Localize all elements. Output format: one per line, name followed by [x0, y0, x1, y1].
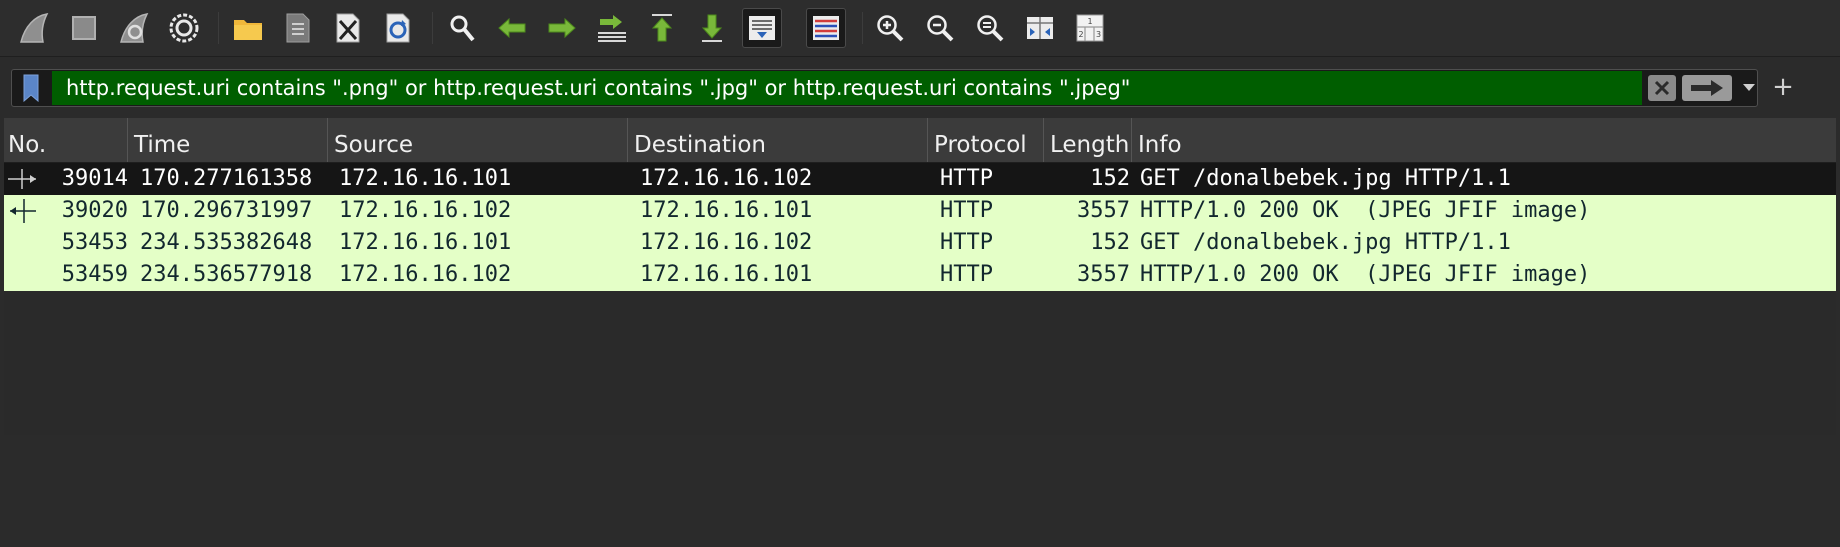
- colorize-icon[interactable]: [806, 8, 846, 48]
- column-header-source[interactable]: Source: [330, 118, 628, 162]
- close-file-icon[interactable]: [328, 8, 368, 48]
- display-filter-bar: http.request.uri contains ".png" or http…: [0, 58, 1840, 114]
- svg-text:1: 1: [1087, 17, 1092, 26]
- auto-scroll-icon[interactable]: [742, 8, 782, 48]
- packet-protocol: HTTP: [940, 230, 993, 255]
- display-filter-input[interactable]: http.request.uri contains ".png" or http…: [52, 71, 1642, 105]
- packet-protocol: HTTP: [940, 166, 993, 191]
- packet-destination: 172.16.16.102: [640, 230, 813, 255]
- shark-fin-start-icon[interactable]: [14, 8, 54, 48]
- packet-source: 172.16.16.102: [339, 262, 512, 287]
- svg-text:3: 3: [1096, 30, 1101, 39]
- packet-destination: 172.16.16.101: [640, 262, 813, 287]
- packet-time: 170.296731997: [140, 198, 313, 223]
- packet-protocol: HTTP: [940, 198, 993, 223]
- column-header-length[interactable]: Length: [1046, 118, 1132, 162]
- packet-protocol: HTTP: [940, 262, 993, 287]
- packet-destination: 172.16.16.102: [640, 166, 813, 191]
- main-toolbar: 12 3: [0, 0, 1840, 57]
- packet-source: 172.16.16.102: [339, 198, 512, 223]
- packet-source: 172.16.16.101: [339, 230, 512, 255]
- capture-options-gear-icon[interactable]: [164, 8, 204, 48]
- column-header-destination[interactable]: Destination: [630, 118, 928, 162]
- packet-info: HTTP/1.0 200 OK (JPEG JFIF image): [1140, 262, 1591, 287]
- packet-info: GET /donalbebek.jpg HTTP/1.1: [1140, 230, 1511, 255]
- column-header-protocol[interactable]: Protocol: [930, 118, 1044, 162]
- stop-square-icon[interactable]: [64, 8, 104, 48]
- go-forward-icon[interactable]: [542, 8, 582, 48]
- save-file-icon[interactable]: [278, 8, 318, 48]
- apply-filter-arrow-icon[interactable]: [1682, 75, 1732, 101]
- first-packet-icon[interactable]: [642, 8, 682, 48]
- go-to-packet-icon[interactable]: [592, 8, 632, 48]
- packet-time: 234.535382648: [140, 230, 313, 255]
- packet-no: 53453: [61, 230, 128, 255]
- packet-row[interactable]: 39014 170.277161358 172.16.16.101 172.16…: [4, 163, 1836, 195]
- packet-source: 172.16.16.101: [339, 166, 512, 191]
- packet-no: 53459: [61, 262, 128, 287]
- bookmark-icon[interactable]: [17, 74, 45, 102]
- zoom-in-icon[interactable]: [870, 8, 910, 48]
- packet-row[interactable]: 39020 170.296731997 172.16.16.102 172.16…: [4, 195, 1836, 227]
- normal-size-icon[interactable]: [970, 8, 1010, 48]
- packet-time: 170.277161358: [140, 166, 313, 191]
- column-header-info[interactable]: Info: [1134, 118, 1836, 162]
- packet-length: 152: [1090, 166, 1130, 191]
- packet-info: HTTP/1.0 200 OK (JPEG JFIF image): [1140, 198, 1591, 223]
- packet-row[interactable]: 53459 234.536577918 172.16.16.102 172.16…: [4, 259, 1836, 291]
- clear-filter-icon[interactable]: [1648, 75, 1676, 101]
- layout-grid-icon[interactable]: 12 3: [1070, 8, 1110, 48]
- add-filter-button[interactable]: +: [1770, 72, 1796, 102]
- zoom-out-icon[interactable]: [920, 8, 960, 48]
- find-packet-icon[interactable]: [442, 8, 482, 48]
- column-header-no[interactable]: No.: [4, 118, 128, 162]
- reload-icon[interactable]: [378, 8, 418, 48]
- filter-history-chevron-down-icon[interactable]: [1742, 79, 1756, 97]
- last-packet-icon[interactable]: [692, 8, 732, 48]
- packet-no: 39020: [61, 198, 128, 223]
- shark-fin-restart-icon[interactable]: [114, 8, 154, 48]
- packet-length: 152: [1090, 230, 1130, 255]
- packet-length: 3557: [1077, 198, 1130, 223]
- packet-list: No. Time Source Destination Protocol Len…: [4, 118, 1836, 435]
- svg-text:2: 2: [1078, 30, 1083, 39]
- display-filter-container: http.request.uri contains ".png" or http…: [11, 69, 1758, 107]
- packet-info: GET /donalbebek.jpg HTTP/1.1: [1140, 166, 1511, 191]
- packet-list-header: No. Time Source Destination Protocol Len…: [4, 118, 1836, 163]
- open-folder-icon[interactable]: [228, 8, 268, 48]
- packet-destination: 172.16.16.101: [640, 198, 813, 223]
- packet-time: 234.536577918: [140, 262, 313, 287]
- packet-no: 39014: [61, 166, 128, 191]
- packet-row[interactable]: 53453 234.535382648 172.16.16.101 172.16…: [4, 227, 1836, 259]
- column-header-time[interactable]: Time: [130, 118, 328, 162]
- resize-columns-icon[interactable]: [1020, 8, 1060, 48]
- go-back-icon[interactable]: [492, 8, 532, 48]
- packet-length: 3557: [1077, 262, 1130, 287]
